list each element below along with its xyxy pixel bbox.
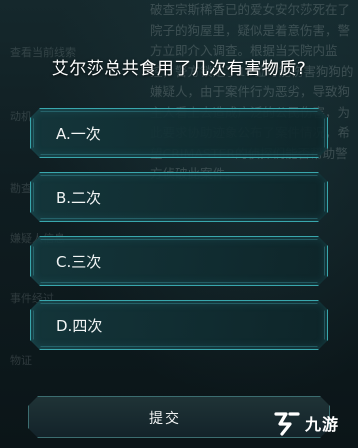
option-label: A.一次 <box>56 125 101 143</box>
submit-label: 提交 <box>149 411 181 427</box>
option-label: B.二次 <box>56 189 102 207</box>
watermark-icon <box>274 412 300 436</box>
watermark-logo: 九游 <box>272 408 344 438</box>
answer-options: A.一次 B.二次 C.三次 D.四次 <box>30 108 328 362</box>
option-c-button[interactable]: C.三次 <box>30 236 328 286</box>
question-text: 艾尔莎总共食用了几次有害物质? <box>51 59 307 79</box>
watermark-text: 九游 <box>305 415 340 434</box>
background-side-label: 动机 <box>10 110 32 123</box>
option-label: C.三次 <box>56 253 102 271</box>
option-label: D.四次 <box>56 317 103 335</box>
option-d-button[interactable]: D.四次 <box>30 300 328 350</box>
option-a-button[interactable]: A.一次 <box>30 108 328 158</box>
background-side-label: 物证 <box>10 354 32 367</box>
option-b-button[interactable]: B.二次 <box>30 172 328 222</box>
background-side-label: 勘查 <box>10 182 32 195</box>
